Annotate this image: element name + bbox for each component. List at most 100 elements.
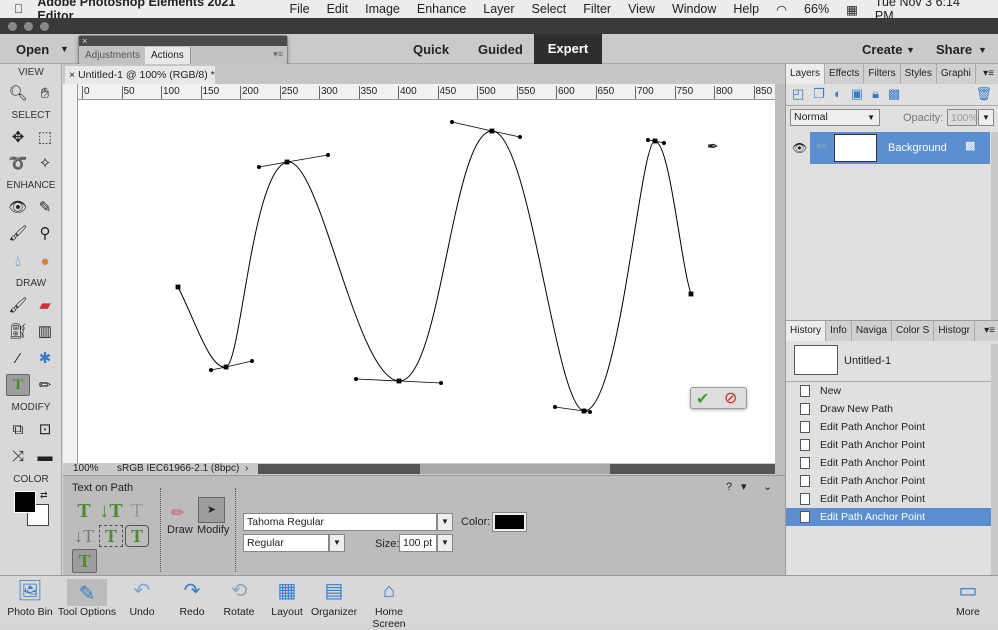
lock-all-icon[interactable]: 🔒︎	[872, 86, 879, 103]
tab-color-swatches[interactable]: Color S	[891, 321, 935, 341]
mode-guided[interactable]: Guided	[478, 42, 523, 57]
horizontal-type-icon[interactable]: T	[72, 500, 96, 522]
new-layer-icon[interactable]: ◰	[792, 86, 804, 103]
zoom-window-button[interactable]	[40, 22, 49, 31]
horizontal-type-mask-icon[interactable]: T	[125, 500, 149, 522]
tab-navigator[interactable]: Naviga	[851, 321, 892, 341]
open-dropdown-icon[interactable]: ▼	[60, 44, 69, 54]
canvas[interactable]: ✒︎ ✔ ⊘	[78, 100, 775, 463]
tab-effects[interactable]: Effects	[825, 64, 865, 84]
gradient-tool-icon[interactable]: ▥	[33, 320, 57, 342]
more-button[interactable]: ▭ More	[950, 576, 986, 625]
layer-mask-icon[interactable]: ▣	[851, 86, 863, 103]
menu-filter[interactable]: Filter	[583, 2, 611, 16]
adjustment-layer-icon[interactable]: ◐	[834, 86, 842, 103]
type-tool-icon[interactable]: T	[6, 374, 30, 396]
history-item[interactable]: Edit Path Anchor Point	[786, 490, 991, 508]
text-on-shape-icon[interactable]: T	[125, 525, 149, 547]
lasso-tool-icon[interactable]: ➰	[6, 152, 30, 174]
organizer-button[interactable]: ▤ Organizer	[311, 576, 357, 625]
home-screen-button[interactable]: ⌂ Home Screen	[358, 576, 420, 630]
menu-help[interactable]: Help	[733, 2, 759, 16]
healing-brush-icon[interactable]: ✎	[33, 196, 57, 218]
eyedropper-icon[interactable]: ⁄	[6, 347, 30, 369]
font-family-dropdown[interactable]: ▼	[437, 513, 453, 531]
pencil-tool-icon[interactable]: ✏︎	[33, 374, 57, 396]
opacity-dropdown[interactable]: ▼	[978, 109, 994, 126]
apple-icon[interactable]: 	[14, 2, 23, 16]
crop-tool-icon[interactable]: ⧉	[6, 418, 30, 440]
open-button[interactable]: Open	[16, 42, 49, 57]
options-menu-icon[interactable]: ▾	[741, 480, 747, 493]
font-style-dropdown[interactable]: ▼	[329, 534, 345, 552]
content-aware-move-icon[interactable]: ⤨	[6, 445, 30, 467]
clone-stamp-icon[interactable]: ⚲	[33, 222, 57, 244]
tool-options-button[interactable]: ✎ Tool Options	[57, 576, 117, 625]
share-dropdown-icon[interactable]: ▼	[978, 45, 987, 55]
commit-checkmark-icon[interactable]: ✔	[696, 389, 709, 409]
path-drawing[interactable]	[78, 100, 775, 463]
layout-button[interactable]: ▦ Layout	[268, 576, 306, 625]
history-item[interactable]: Edit Path Anchor Point	[786, 508, 991, 526]
tab-styles[interactable]: Styles	[900, 64, 937, 84]
redo-button[interactable]: ↷ Redo	[172, 576, 212, 625]
modify-arrow-icon[interactable]: ➤	[198, 497, 225, 523]
tab-graphics[interactable]: Graphi	[936, 64, 976, 84]
cancel-icon[interactable]: ⊘	[724, 388, 737, 408]
font-size-dropdown[interactable]: ▼	[437, 534, 453, 552]
red-eye-tool-icon[interactable]: 👁︎	[6, 196, 30, 218]
history-item[interactable]: Edit Path Anchor Point	[786, 472, 991, 490]
vertical-scrollbar[interactable]	[775, 84, 785, 475]
close-window-button[interactable]	[8, 22, 17, 31]
history-item[interactable]: Edit Path Anchor Point	[786, 436, 991, 454]
history-item[interactable]: Edit Path Anchor Point	[786, 418, 991, 436]
foreground-color-swatch[interactable]	[14, 491, 36, 513]
history-item[interactable]: New	[786, 382, 991, 400]
menu-view[interactable]: View	[628, 2, 655, 16]
swap-colors-icon[interactable]: ⇄	[40, 490, 48, 501]
battery-status[interactable]: 66%	[804, 2, 829, 16]
new-group-icon[interactable]: ❒	[813, 86, 825, 103]
menu-edit[interactable]: Edit	[327, 2, 349, 16]
vertical-type-mask-icon[interactable]: ↓T	[72, 525, 96, 547]
mode-quick[interactable]: Quick	[413, 42, 449, 57]
move-tool-icon[interactable]: ✥	[6, 126, 30, 148]
delete-layer-icon[interactable]: 🗑︎	[975, 86, 992, 103]
status-expand-icon[interactable]: ›	[245, 463, 248, 475]
menu-window[interactable]: Window	[672, 2, 716, 16]
minimize-window-button[interactable]	[24, 22, 33, 31]
opacity-field[interactable]: 100%	[947, 109, 978, 126]
text-on-selection-icon[interactable]: T	[99, 525, 123, 547]
lock-transparency-icon[interactable]: ▩	[888, 86, 900, 103]
history-scrollbar[interactable]	[991, 344, 998, 575]
tab-adjustments[interactable]: Adjustments	[79, 47, 148, 65]
eraser-tool-icon[interactable]: ▰	[33, 294, 57, 316]
draw-pencil-icon[interactable]: ✏︎	[171, 503, 184, 523]
tab-histogram[interactable]: Histogr	[934, 321, 975, 341]
snapshot-thumbnail[interactable]	[794, 345, 838, 375]
sponge-tool-icon[interactable]: ●	[33, 250, 57, 272]
custom-shape-icon[interactable]: ✱	[33, 347, 57, 369]
history-item[interactable]: Edit Path Anchor Point	[786, 454, 991, 472]
layers-menu-icon[interactable]: ▾≡	[979, 64, 998, 84]
tab-filters[interactable]: Filters	[864, 64, 901, 84]
font-family-field[interactable]: Tahoma Regular	[243, 513, 437, 531]
vertical-type-icon[interactable]: ↓T	[99, 500, 123, 522]
paint-bucket-icon[interactable]: ⛽︎	[6, 320, 30, 342]
brush-tool-icon[interactable]: 🖌︎	[6, 294, 30, 316]
draw-button[interactable]: Draw	[167, 524, 193, 536]
mode-expert[interactable]: Expert	[534, 34, 602, 64]
link-icon[interactable]: ⚯	[817, 140, 826, 153]
create-button[interactable]: Create	[862, 42, 902, 57]
horizontal-scrollbar[interactable]	[258, 464, 775, 474]
menu-file[interactable]: File	[289, 2, 309, 16]
tab-actions[interactable]: Actions	[145, 47, 191, 65]
magic-wand-icon[interactable]: ✧	[33, 152, 57, 174]
rotate-button[interactable]: ⟲ Rotate	[219, 576, 259, 625]
close-tab-icon[interactable]: ×	[69, 69, 78, 81]
menu-image[interactable]: Image	[365, 2, 400, 16]
blur-tool-icon[interactable]: 💧︎	[6, 250, 30, 272]
history-item[interactable]: Draw New Path	[786, 400, 991, 418]
menu-enhance[interactable]: Enhance	[417, 2, 466, 16]
straighten-tool-icon[interactable]: ▬	[33, 445, 57, 467]
